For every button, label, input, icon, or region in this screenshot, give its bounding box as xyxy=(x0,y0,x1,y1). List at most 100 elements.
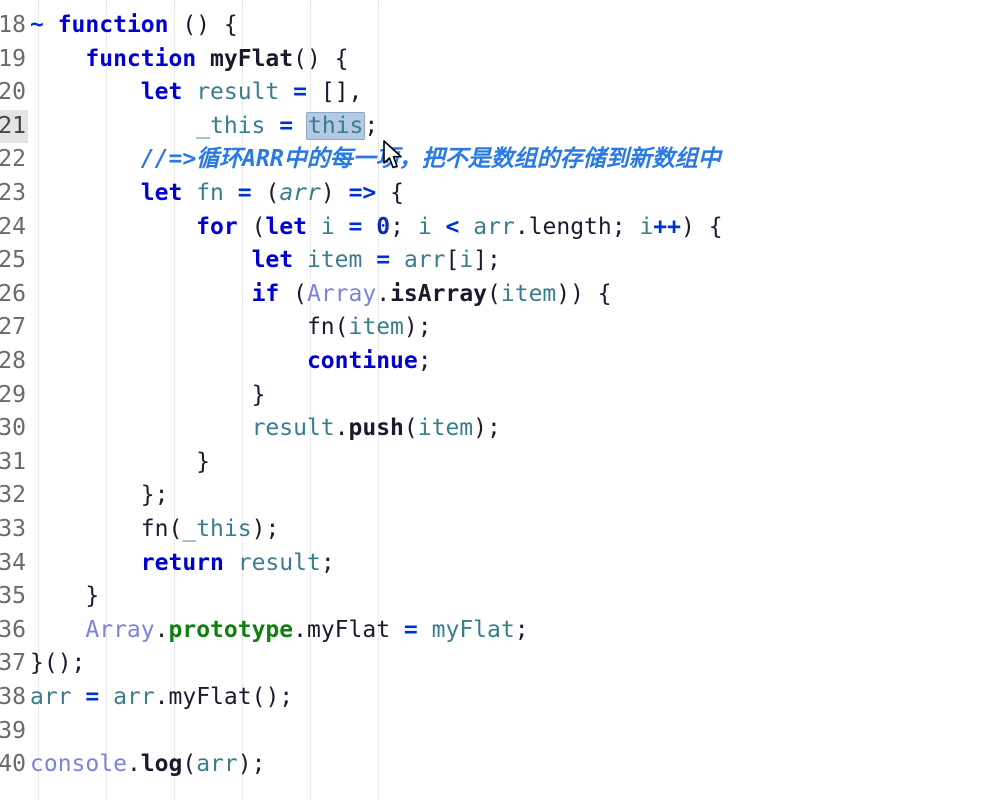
line-number-26[interactable]: 26 xyxy=(0,278,28,312)
code-token: _this xyxy=(182,516,252,542)
code-token: .length; xyxy=(514,213,640,240)
code-editor[interactable]: ~ function () { function myFlat() { let … xyxy=(0,0,1008,800)
code-token: myFlat xyxy=(431,616,515,643)
line-number-38[interactable]: 38 xyxy=(0,681,28,715)
line-number-24[interactable]: 24 xyxy=(0,211,28,245)
line-number-32[interactable]: 32 xyxy=(0,479,28,513)
code-token: function xyxy=(85,45,197,72)
line-number-37[interactable]: 37 xyxy=(0,647,28,681)
code-line-32[interactable]: }; xyxy=(30,479,169,513)
line-number-29[interactable]: 29 xyxy=(0,379,28,413)
line-number-20[interactable]: 20 xyxy=(0,76,28,110)
code-token: Array xyxy=(85,616,155,643)
code-line-21[interactable]: _this = this; xyxy=(30,110,378,144)
code-token: return xyxy=(140,549,224,576)
line-number-40[interactable]: 40 xyxy=(0,748,28,782)
code-line-37[interactable]: }(); xyxy=(30,647,85,681)
code-token: ( xyxy=(237,213,266,240)
code-content[interactable]: ~ function () { function myFlat() { let … xyxy=(30,0,1008,800)
line-number-21[interactable]: 21 xyxy=(0,109,28,144)
code-line-24[interactable]: for (let i = 0; i < arr.length; i++) { xyxy=(30,211,722,245)
code-token: .myFlat xyxy=(293,616,391,643)
line-number-23[interactable]: 23 xyxy=(0,177,28,211)
code-line-19[interactable]: function myFlat() { xyxy=(30,43,348,77)
code-token: let xyxy=(140,79,183,106)
line-number-39[interactable]: 39 xyxy=(0,715,28,749)
code-token: ( xyxy=(334,314,349,341)
line-number-34[interactable]: 34 xyxy=(0,547,28,581)
code-line-31[interactable]: } xyxy=(30,446,210,480)
code-token: for xyxy=(196,213,238,240)
code-token: ++ xyxy=(653,213,681,240)
code-token: arr xyxy=(196,751,238,778)
line-number-35[interactable]: 35 xyxy=(0,580,28,614)
line-number-19[interactable]: 19 xyxy=(0,43,28,77)
code-token: fn xyxy=(306,314,335,341)
code-line-22[interactable]: //=>循环ARR中的每一项，把不是数组的存储到新数组中 xyxy=(30,143,721,177)
code-token: arr xyxy=(473,213,515,240)
code-line-35[interactable]: } xyxy=(30,580,99,614)
code-token: = xyxy=(376,247,391,274)
code-token: } xyxy=(85,583,100,610)
code-line-26[interactable]: if (Array.isArray(item)) { xyxy=(30,278,612,312)
code-token: myFlat xyxy=(210,45,294,72)
code-line-23[interactable]: let fn = (arr) => { xyxy=(30,177,404,211)
code-line-27[interactable]: fn(item); xyxy=(30,311,432,345)
code-token: < xyxy=(445,213,460,240)
code-line-34[interactable]: return result; xyxy=(30,547,335,581)
line-number-36[interactable]: 36 xyxy=(0,614,28,648)
code-token: continue xyxy=(306,348,418,374)
line-number-30[interactable]: 30 xyxy=(0,412,28,446)
code-token: ) xyxy=(320,180,349,206)
line-number-gutter[interactable]: 18 19 20 21 22 23 24 25 26 27 28 29 30 31 32 33 34 35 36 37… xyxy=(0,0,30,800)
code-line-33[interactable]: fn(_this); xyxy=(30,513,280,547)
code-line-40[interactable]: console.log(arr); xyxy=(30,748,265,782)
code-line-28[interactable]: continue; xyxy=(30,345,432,379)
code-token: //=>循环ARR中的每一项，把不是数组的存储到新数组中 xyxy=(140,146,721,173)
code-line-36[interactable]: Array.prototype.myFlat = myFlat; xyxy=(30,614,528,648)
code-line-20[interactable]: let result = [], xyxy=(30,76,363,110)
code-line-29[interactable]: } xyxy=(30,379,266,413)
line-number-27[interactable]: 27 xyxy=(0,311,28,345)
line-number-22[interactable]: 22 xyxy=(0,143,28,177)
code-line-18[interactable]: ~ function () { xyxy=(30,9,238,43)
code-token: item xyxy=(306,247,363,274)
line-number-31[interactable]: 31 xyxy=(0,446,28,480)
code-token: let xyxy=(140,180,183,206)
code-line-38[interactable]: arr = arr.myFlat(); xyxy=(30,681,293,715)
code-token: .myFlat(); xyxy=(154,684,294,710)
line-number-18[interactable]: 18 xyxy=(0,9,28,43)
line-number-33[interactable]: 33 xyxy=(0,513,28,547)
code-line-25[interactable]: let item = arr[i]; xyxy=(30,244,501,278)
line-number-25[interactable]: 25 xyxy=(0,244,28,278)
code-token: ); xyxy=(237,751,266,778)
line-number-28[interactable]: 28 xyxy=(0,345,28,379)
code-line-30[interactable]: result.push(item); xyxy=(30,412,501,446)
code-token: function xyxy=(57,12,169,38)
code-token: push xyxy=(348,415,404,442)
code-token: { xyxy=(376,180,404,206)
code-token: = xyxy=(85,684,100,710)
code-token: let xyxy=(265,213,307,240)
selected-token[interactable]: this xyxy=(306,111,366,140)
